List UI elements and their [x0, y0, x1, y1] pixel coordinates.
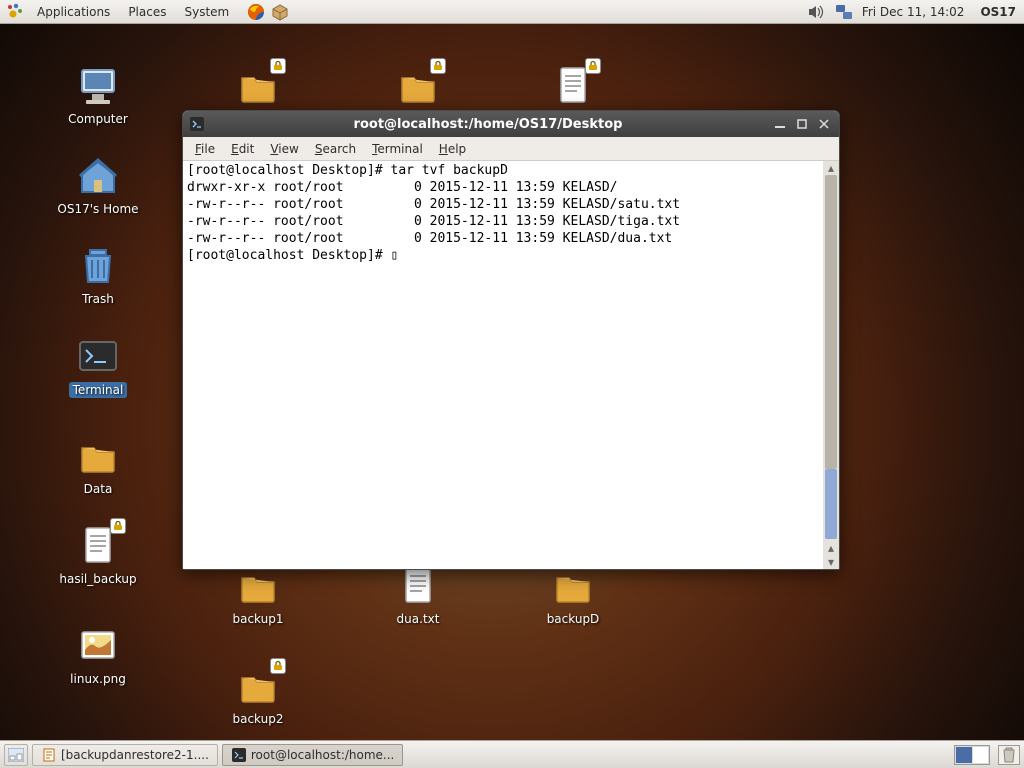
terminal-window: root@localhost:/home/OS17/Desktop FileEd… — [182, 110, 840, 570]
scroll-thumb[interactable] — [825, 175, 837, 469]
firefox-icon[interactable] — [246, 2, 266, 22]
task-icon — [231, 747, 247, 763]
terminal-output[interactable]: [root@localhost Desktop]# tar tvf backup… — [183, 161, 823, 569]
menubar: FileEditViewSearchTerminalHelp — [183, 137, 839, 161]
icon-label: Trash — [82, 292, 114, 306]
lock-badge-icon — [270, 58, 286, 74]
lock-badge-icon — [270, 658, 286, 674]
desktop-icon-hasil[interactable]: hasil_backup — [50, 520, 146, 588]
scroll-up-icon[interactable]: ▴ — [825, 161, 837, 175]
volume-icon[interactable] — [806, 2, 826, 22]
icon-label: Computer — [68, 112, 128, 126]
workspace-switcher[interactable] — [954, 745, 990, 765]
task-label: [backupdanrestore2-1.... — [61, 748, 209, 762]
icon-label: dua.txt — [397, 612, 440, 626]
icon-label: Data — [84, 482, 113, 496]
icon-label: backup2 — [232, 712, 283, 726]
scroll-down-icon[interactable]: ▾ — [825, 555, 837, 569]
icon-label: Terminal — [69, 382, 128, 398]
lock-badge-icon — [430, 58, 446, 74]
task-icon — [41, 747, 57, 763]
task-label: root@localhost:/home... — [251, 748, 394, 762]
window-title: root@localhost:/home/OS17/Desktop — [211, 117, 765, 132]
computer-icon — [74, 62, 122, 110]
menu-system[interactable]: System — [177, 2, 236, 22]
menu-view[interactable]: View — [262, 139, 306, 159]
desktop-icon-backupD[interactable]: backupD — [525, 560, 621, 628]
desktop-icon-linux[interactable]: linux.png — [50, 620, 146, 688]
icon-label: hasil_backup — [59, 572, 136, 586]
folder-icon — [394, 62, 442, 110]
lock-badge-icon — [585, 58, 601, 74]
scrollbar[interactable]: ▴ ▴ ▾ — [823, 161, 839, 569]
desktop-icon-backup1[interactable]: backup1 — [210, 560, 306, 628]
home-icon — [74, 152, 122, 200]
taskbar-item-0[interactable]: [backupdanrestore2-1.... — [32, 744, 218, 766]
network-icon[interactable] — [834, 2, 854, 22]
menu-places[interactable]: Places — [121, 2, 173, 22]
scroll-thumb-active[interactable] — [825, 469, 837, 539]
titlebar[interactable]: root@localhost:/home/OS17/Desktop — [183, 111, 839, 137]
desktop-icon-computer[interactable]: Computer — [50, 60, 146, 128]
menu-applications[interactable]: Applications — [30, 2, 117, 22]
desktop-icon-data[interactable]: Data — [50, 430, 146, 498]
maximize-button[interactable] — [793, 116, 811, 132]
icon-label: linux.png — [70, 672, 126, 686]
text-icon — [549, 62, 597, 110]
desktop-icon-terminal[interactable]: Terminal — [50, 330, 146, 400]
clock[interactable]: Fri Dec 11, 14:02 — [862, 5, 965, 19]
text-icon — [74, 522, 122, 570]
bottom-panel: [backupdanrestore2-1.... root@localhost:/… — [0, 740, 1024, 768]
minimize-button[interactable] — [771, 116, 789, 132]
top-panel: Applications Places System Fri Dec 11, 1… — [0, 0, 1024, 24]
taskbar-item-1[interactable]: root@localhost:/home... — [222, 744, 403, 766]
desktop-icon-trash[interactable]: Trash — [50, 240, 146, 308]
folder-icon — [234, 62, 282, 110]
show-desktop-button[interactable] — [4, 744, 28, 766]
hostname-label: OS17 — [972, 5, 1016, 19]
menu-file[interactable]: File — [187, 139, 223, 159]
lock-badge-icon — [110, 518, 126, 534]
gnome-foot-icon — [4, 1, 26, 23]
trash-icon — [74, 242, 122, 290]
icon-label: backup1 — [232, 612, 283, 626]
folder-icon — [74, 432, 122, 480]
folder-icon — [234, 662, 282, 710]
package-icon[interactable] — [270, 2, 290, 22]
desktop-icon-dua[interactable]: dua.txt — [370, 560, 466, 628]
scroll-up2-icon[interactable]: ▴ — [825, 541, 837, 555]
trash-applet[interactable] — [998, 745, 1020, 765]
icon-label: OS17's Home — [57, 202, 138, 216]
desktop-icon-home[interactable]: OS17's Home — [50, 150, 146, 218]
taskbar: [backupdanrestore2-1.... root@localhost:/… — [32, 744, 403, 766]
window-app-icon — [189, 116, 205, 132]
desktop-icon-backup2[interactable]: backup2 — [210, 660, 306, 728]
terminal-icon — [74, 332, 122, 380]
menu-edit[interactable]: Edit — [223, 139, 262, 159]
menu-help[interactable]: Help — [431, 139, 474, 159]
close-button[interactable] — [815, 116, 833, 132]
icon-label: backupD — [547, 612, 600, 626]
menu-search[interactable]: Search — [307, 139, 364, 159]
menu-terminal[interactable]: Terminal — [364, 139, 431, 159]
image-icon — [74, 622, 122, 670]
